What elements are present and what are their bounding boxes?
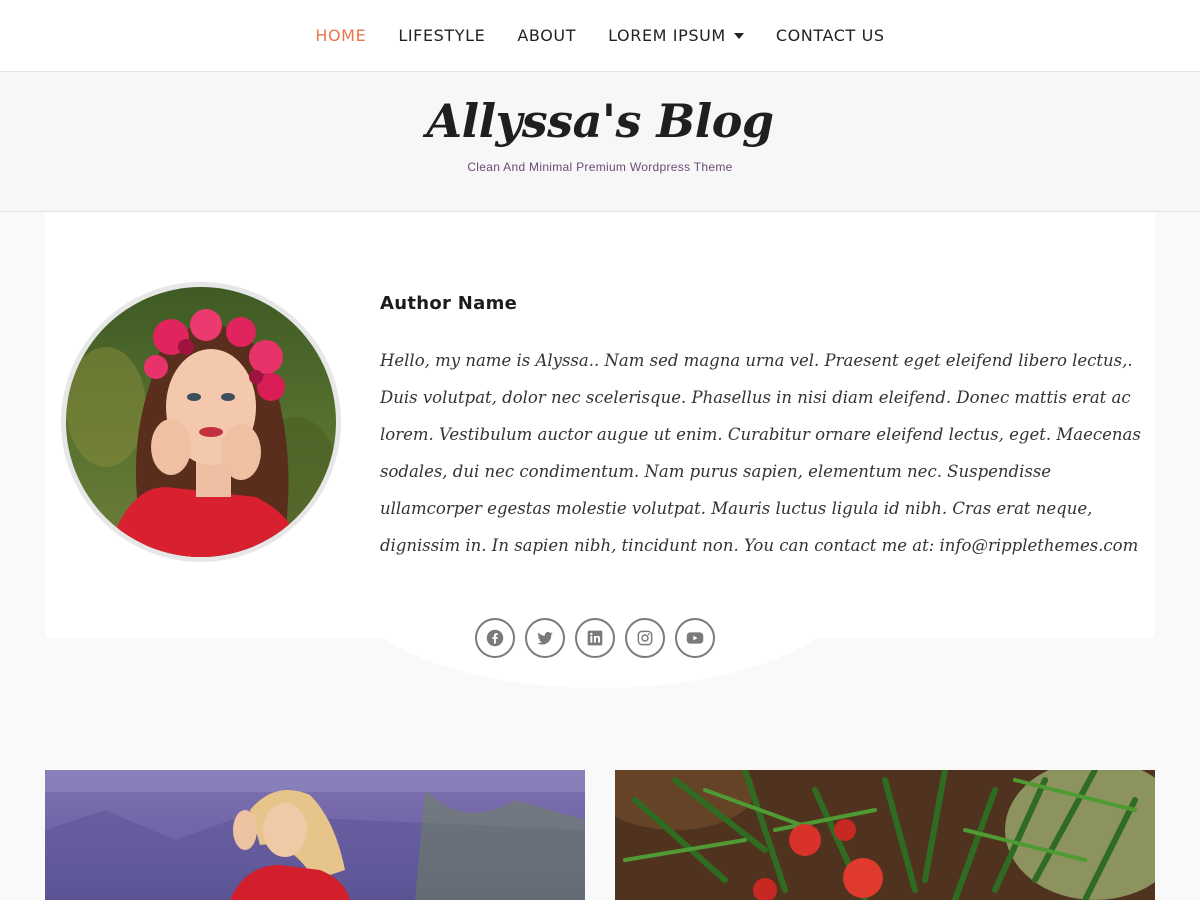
nav-item-home[interactable]: HOME: [315, 26, 366, 45]
author-photo: [66, 287, 336, 557]
nav-item-lifestyle[interactable]: LIFESTYLE: [398, 26, 485, 45]
youtube-icon: [686, 632, 704, 644]
post-thumbnail-lavender[interactable]: [45, 770, 585, 900]
author-avatar: [61, 282, 341, 562]
author-name: Author Name: [380, 293, 518, 314]
dropdown-caret-icon[interactable]: [733, 33, 744, 39]
author-bio: Hello, my name is Alyssa.. Nam sed magna…: [380, 351, 1141, 555]
nav-item-contact-us[interactable]: CONTACT US: [776, 26, 885, 45]
nav-item-label: LIFESTYLE: [398, 25, 486, 45]
instagram-icon: [637, 630, 653, 646]
site-tagline: Clean And Minimal Premium Wordpress Them…: [467, 160, 733, 174]
youtube-link[interactable]: [675, 618, 715, 658]
site-header: Allyssa's Blog Clean And Minimal Premium…: [0, 72, 1200, 212]
lavender-field-photo: [45, 770, 585, 900]
site-title[interactable]: Allyssa's Blog: [0, 94, 1200, 148]
main-navigation: HOME LIFESTYLE ABOUT LOREM IPSUM CONTACT…: [0, 0, 1200, 72]
nav-menu: HOME LIFESTYLE ABOUT LOREM IPSUM CONTACT…: [0, 0, 1200, 70]
yew-berries-photo: [615, 770, 1155, 900]
nav-item-about[interactable]: ABOUT: [517, 26, 576, 45]
linkedin-icon: [587, 630, 603, 646]
twitter-link[interactable]: [525, 618, 565, 658]
nav-item-label: HOME: [315, 25, 367, 45]
post-thumbnail-yew-berries[interactable]: [615, 770, 1155, 900]
nav-item-lorem-ipsum[interactable]: LOREM IPSUM: [608, 26, 744, 45]
social-links: [475, 618, 715, 658]
nav-item-label: CONTACT US: [775, 25, 885, 45]
nav-item-label: ABOUT: [517, 25, 577, 45]
twitter-icon: [537, 632, 553, 645]
nav-item-label: LOREM IPSUM: [608, 25, 726, 45]
linkedin-link[interactable]: [575, 618, 615, 658]
facebook-link[interactable]: [475, 618, 515, 658]
instagram-link[interactable]: [625, 618, 665, 658]
facebook-icon: [486, 629, 504, 647]
